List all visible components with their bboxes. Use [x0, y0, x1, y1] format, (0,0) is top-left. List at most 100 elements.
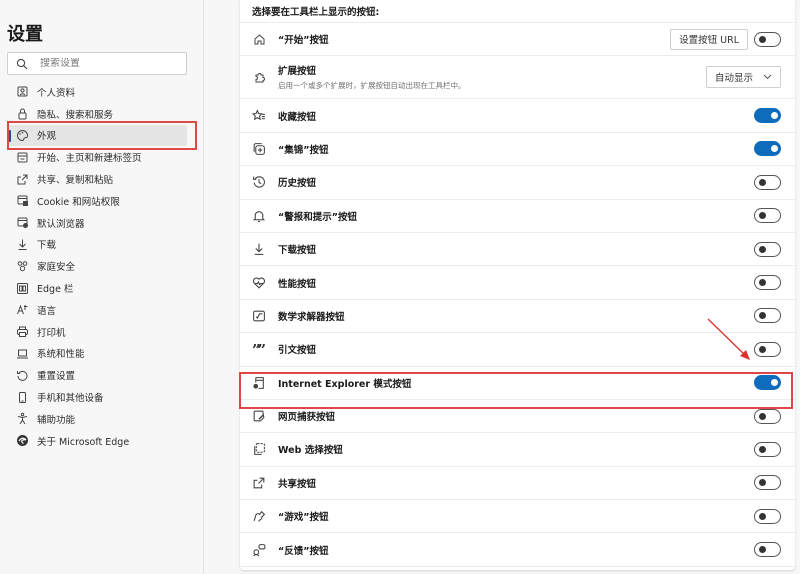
favorites-icon	[252, 108, 266, 123]
sidebar-item-label: 共享、复制和粘贴	[37, 175, 114, 187]
toggle-switch[interactable]	[754, 375, 781, 391]
row-label: “开始”按钮	[278, 35, 329, 47]
sidebar-item[interactable]: Cookie 和网站权限	[0, 190, 204, 212]
sidebar-item-label: 关于 Microsoft Edge	[37, 436, 130, 448]
sidebar-item[interactable]: 共享、复制和粘贴	[0, 168, 204, 190]
sidebar-item[interactable]: 隐私、搜索和服务	[0, 103, 204, 125]
row-label: “集锦”按钮	[278, 144, 329, 156]
edge-bar-icon	[16, 282, 29, 295]
search-icon	[16, 57, 30, 71]
toggle-switch[interactable]	[754, 241, 781, 257]
family-icon	[16, 260, 29, 273]
games-icon	[252, 509, 266, 523]
feedback-icon	[252, 543, 266, 557]
toggle-switch[interactable]	[754, 475, 781, 491]
row-label: Web 选择按钮	[278, 445, 343, 457]
toggle-switch[interactable]	[754, 108, 781, 124]
lock-icon	[16, 107, 29, 120]
download-icon	[16, 238, 29, 251]
toolbar-button-row: “集锦”按钮	[240, 133, 795, 167]
ie-mode-icon	[252, 376, 266, 390]
home-tabs-icon	[16, 151, 29, 164]
accessibility-icon	[16, 412, 29, 425]
set-button-url-button[interactable]: 设置按钮 URL	[670, 28, 748, 50]
extensions-visibility-select[interactable]: 自动显示	[705, 66, 781, 89]
home-button-toggle[interactable]	[754, 31, 781, 47]
sidebar-item[interactable]: 重置设置	[0, 364, 204, 386]
toggle-knob	[759, 312, 766, 320]
toggle-knob	[759, 546, 766, 554]
sidebar-item[interactable]: 开始、主页和新建标签页	[0, 146, 204, 168]
sidebar-item[interactable]: 下载	[0, 234, 204, 256]
toggle-switch[interactable]	[754, 174, 781, 190]
toggle-switch[interactable]	[754, 275, 781, 291]
sidebar-item[interactable]: 关于 Microsoft Edge	[0, 430, 204, 452]
row-label: 历史按钮	[278, 178, 317, 190]
toggle-knob	[759, 279, 766, 287]
toggle-knob	[759, 479, 766, 487]
toolbar-button-row: 数学求解器按钮	[240, 300, 795, 334]
sidebar-item-label: Edge 栏	[37, 284, 74, 296]
toolbar-button-row: ”” 引文按钮	[240, 333, 795, 367]
sidebar-item[interactable]: Edge 栏	[0, 277, 204, 299]
laptop-icon	[16, 347, 29, 360]
sidebar-item[interactable]: 打印机	[0, 321, 204, 343]
sidebar-item[interactable]: 外观	[8, 124, 187, 147]
home-button-row: “开始”按钮 设置按钮 URL	[240, 23, 795, 57]
toggle-knob	[759, 212, 766, 220]
row-label: 数学求解器按钮	[278, 311, 345, 323]
svg-text:”: ”	[257, 342, 266, 356]
toggle-switch[interactable]	[754, 408, 781, 424]
toggle-switch[interactable]	[754, 208, 781, 224]
sidebar-item[interactable]: 系统和性能	[0, 343, 204, 365]
toggle-switch[interactable]	[754, 141, 781, 157]
main-content: 选择要在工具栏上显示的按钮: “开始”按钮 设置按钮 URL 扩展按钮 启用一个…	[204, 0, 800, 574]
toolbar-buttons-card: 选择要在工具栏上显示的按钮: “开始”按钮 设置按钮 URL 扩展按钮 启用一个…	[240, 0, 795, 570]
toggle-knob	[759, 245, 766, 253]
default-browser-icon	[16, 216, 29, 229]
sidebar-item[interactable]: 手机和其他设备	[0, 386, 204, 408]
sidebar-item[interactable]: 默认浏览器	[0, 212, 204, 234]
toggle-knob	[759, 35, 766, 43]
sidebar-item[interactable]: 个人资料	[0, 81, 204, 103]
toggle-switch[interactable]	[754, 508, 781, 524]
search-box[interactable]	[7, 52, 187, 75]
chevron-down-icon	[763, 72, 772, 83]
toggle-switch[interactable]	[754, 542, 781, 558]
history-icon	[252, 175, 266, 189]
toggle-switch[interactable]	[754, 441, 781, 457]
row-label: 收藏按钮	[278, 111, 317, 123]
sidebar-item-label: 外观	[37, 131, 57, 143]
search-input[interactable]	[40, 58, 180, 69]
sidebar-item-label: 手机和其他设备	[37, 393, 104, 405]
toolbar-button-row: Web 选择按钮	[240, 433, 795, 467]
toggle-knob	[759, 178, 766, 186]
toggle-switch[interactable]	[754, 308, 781, 324]
math-solver-icon	[252, 309, 266, 323]
language-icon	[16, 303, 29, 316]
sidebar-item-label: 系统和性能	[37, 349, 85, 361]
row-label: “警报和提示”按钮	[278, 211, 357, 223]
row-label: 下载按钮	[278, 245, 317, 257]
profile-icon	[16, 85, 29, 98]
toggle-switch[interactable]	[754, 341, 781, 357]
toggle-knob	[771, 112, 778, 120]
sidebar-item[interactable]: 辅助功能	[0, 408, 204, 430]
sidebar-item[interactable]: 家庭安全	[0, 255, 204, 277]
share-icon	[252, 476, 266, 490]
sidebar-item-label: 重置设置	[37, 371, 76, 383]
row-description: 启用一个或多个扩展时，扩展按钮自动出现在工具栏中。	[278, 81, 466, 91]
sidebar-item-label: 下载	[37, 240, 57, 252]
extensions-button-row: 扩展按钮 启用一个或多个扩展时，扩展按钮自动出现在工具栏中。 自动显示	[240, 56, 795, 100]
reset-icon	[16, 369, 29, 382]
palette-icon	[16, 129, 29, 142]
sidebar-item[interactable]: 语言	[0, 299, 204, 321]
toggle-knob	[759, 512, 766, 520]
web-capture-icon	[252, 409, 266, 423]
sidebar-item-label: 家庭安全	[37, 262, 76, 274]
toolbar-button-row: “反馈”按钮	[240, 533, 795, 567]
toggle-knob	[759, 412, 766, 420]
sidebar-item-label: 隐私、搜索和服务	[37, 109, 114, 121]
row-label: 网页捕获按钮	[278, 412, 336, 424]
sidebar-nav: 个人资料隐私、搜索和服务 外观开始、主页和新建标签页共享、复制和粘贴 Cookie …	[0, 81, 204, 452]
